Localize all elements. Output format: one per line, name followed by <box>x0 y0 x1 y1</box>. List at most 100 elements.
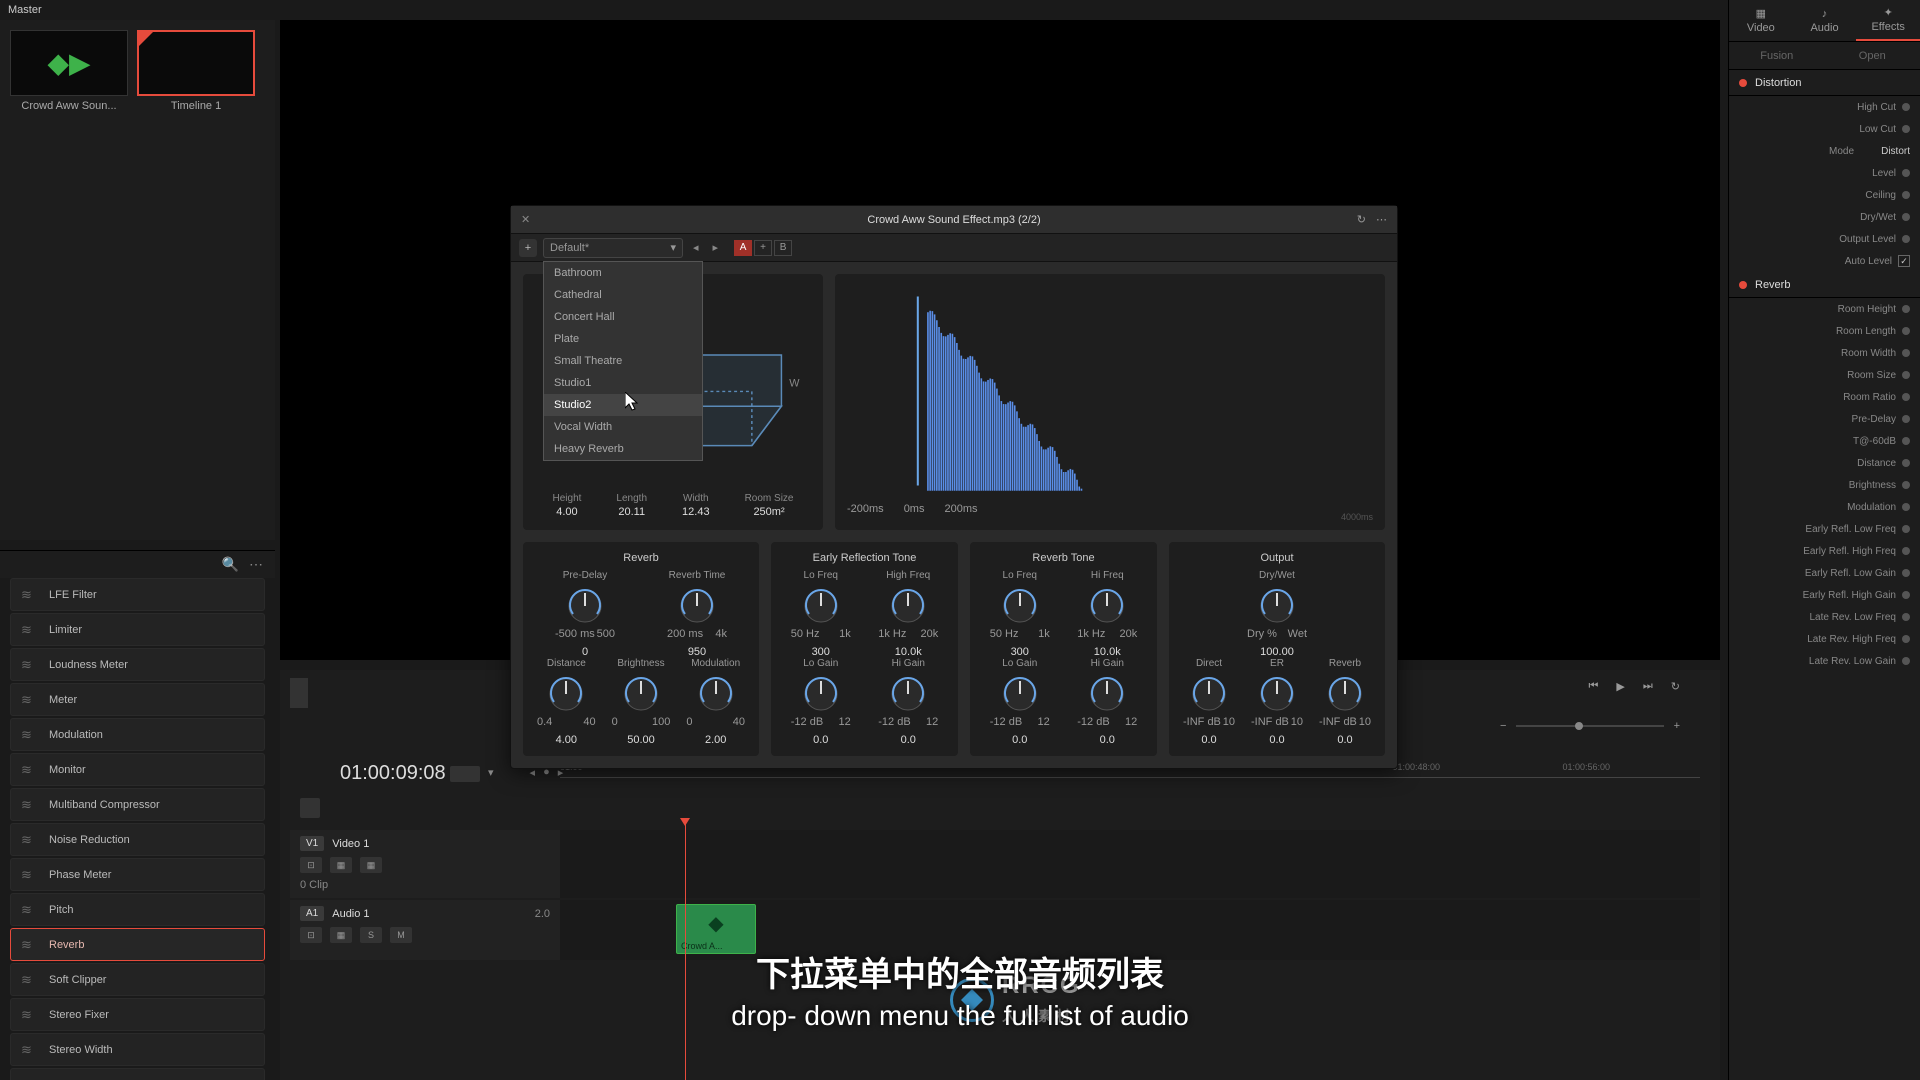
preset-option[interactable]: Cathedral <box>544 284 702 306</box>
preset-option[interactable]: Heavy Reverb <box>544 438 702 460</box>
knob-er[interactable]: ER-INF dB100.0 <box>1243 658 1311 746</box>
next-button[interactable]: ⏭ <box>1643 680 1653 693</box>
tl-view-icon[interactable] <box>450 766 480 782</box>
knob-reverb[interactable]: Reverb-INF dB100.0 <box>1311 658 1379 746</box>
knob-reverb-time[interactable]: Reverb Time200 ms4k950 <box>659 570 735 658</box>
inspector-row[interactable]: Dry/Wet <box>1729 206 1920 228</box>
menu-icon[interactable]: ⋯ <box>1376 213 1387 226</box>
playhead[interactable] <box>685 824 686 1080</box>
fx-search-bar: 🔍 ⋯ <box>0 550 275 578</box>
media-thumb-timeline[interactable]: Timeline 1 <box>137 30 255 112</box>
fx-item-surround-analyzer[interactable]: ≋Surround Analyzer <box>10 1068 265 1080</box>
preset-option[interactable]: Small Theatre <box>544 350 702 372</box>
knob-pre-delay[interactable]: Pre-Delay-500 ms5000 <box>547 570 623 658</box>
fx-item-pitch[interactable]: ≋Pitch <box>10 893 265 926</box>
options-icon[interactable]: ⋯ <box>249 556 263 573</box>
inspector-row[interactable]: Level <box>1729 162 1920 184</box>
fx-item-noise-reduction[interactable]: ≋Noise Reduction <box>10 823 265 856</box>
inspector-row[interactable]: Early Refl. Low Gain <box>1729 562 1920 584</box>
knob-direct[interactable]: Direct-INF dB100.0 <box>1175 658 1243 746</box>
knob-hi-gain[interactable]: Hi Gain-12 dB120.0 <box>1069 658 1145 746</box>
subtab-fusion[interactable]: Fusion <box>1729 42 1825 69</box>
preset-next[interactable]: ▸ <box>709 241 723 254</box>
fx-item-reverb[interactable]: ≋Reverb <box>10 928 265 961</box>
knob-modulation[interactable]: Modulation0402.00 <box>678 658 753 746</box>
prev-button[interactable]: ⏮ <box>1589 680 1599 693</box>
inspector-row[interactable]: High Cut <box>1729 96 1920 118</box>
knob-lo-gain[interactable]: Lo Gain-12 dB120.0 <box>783 658 859 746</box>
inspector-row[interactable]: Early Refl. High Gain <box>1729 584 1920 606</box>
add-preset-button[interactable]: + <box>519 239 537 257</box>
fx-item-multiband-compressor[interactable]: ≋Multiband Compressor <box>10 788 265 821</box>
inspector-row[interactable]: Room Height <box>1729 298 1920 320</box>
preset-option[interactable]: Concert Hall <box>544 306 702 328</box>
zoom-in-icon[interactable]: + <box>1674 720 1680 732</box>
inspector-group-distortion[interactable]: Distortion <box>1729 70 1920 96</box>
fx-item-meter[interactable]: ≋Meter <box>10 683 265 716</box>
chevron-down-icon[interactable]: ▾ <box>488 766 494 782</box>
loop-button[interactable]: ↻ <box>1671 680 1680 693</box>
inspector-row[interactable]: T@-60dB <box>1729 430 1920 452</box>
zoom-out-icon[interactable]: − <box>1500 720 1506 732</box>
preset-option[interactable]: Bathroom <box>544 262 702 284</box>
fx-item-soft-clipper[interactable]: ≋Soft Clipper <box>10 963 265 996</box>
knob-hi-gain[interactable]: Hi Gain-12 dB120.0 <box>870 658 946 746</box>
window-title: Crowd Aww Sound Effect.mp3 (2/2) <box>867 214 1040 226</box>
knob-high-freq[interactable]: High Freq1k Hz20k10.0k <box>870 570 946 658</box>
fx-item-stereo-width[interactable]: ≋Stereo Width <box>10 1033 265 1066</box>
inspector-row[interactable]: ModeDistort <box>1729 140 1920 162</box>
inspector-row[interactable]: Output Level <box>1729 228 1920 250</box>
search-icon[interactable]: 🔍 <box>222 556 239 573</box>
tab-effects[interactable]: ✦Effects <box>1856 0 1920 41</box>
fx-item-monitor[interactable]: ≋Monitor <box>10 753 265 786</box>
inspector-row[interactable]: Room Length <box>1729 320 1920 342</box>
inspector-row[interactable]: Auto Level✓ <box>1729 250 1920 272</box>
inspector-row[interactable]: Late Rev. Low Freq <box>1729 606 1920 628</box>
knob-lo-freq[interactable]: Lo Freq50 Hz1k300 <box>982 570 1058 658</box>
inspector-row[interactable]: Low Cut <box>1729 118 1920 140</box>
inspector-row[interactable]: Distance <box>1729 452 1920 474</box>
preset-dropdown[interactable]: Default*▾ BathroomCathedralConcert HallP… <box>543 238 683 258</box>
inspector-row[interactable]: Room Ratio <box>1729 386 1920 408</box>
inspector-row[interactable]: Pre-Delay <box>1729 408 1920 430</box>
knob-lo-freq[interactable]: Lo Freq50 Hz1k300 <box>783 570 859 658</box>
marker-in[interactable] <box>290 678 308 708</box>
inspector-row[interactable]: Brightness <box>1729 474 1920 496</box>
subtab-open[interactable]: Open <box>1825 42 1920 69</box>
knob-lo-gain[interactable]: Lo Gain-12 dB120.0 <box>982 658 1058 746</box>
inspector-row[interactable]: Late Rev. High Freq <box>1729 628 1920 650</box>
track-v1[interactable]: V1Video 1⊡▦▦0 Clip <box>290 830 1700 898</box>
play-button[interactable]: ▶ <box>1616 680 1624 693</box>
media-thumb-audio[interactable]: ◆▶ Crowd Aww Soun... <box>10 30 128 112</box>
fx-item-loudness-meter[interactable]: ≋Loudness Meter <box>10 648 265 681</box>
inspector-row[interactable]: Ceiling <box>1729 184 1920 206</box>
preset-option[interactable]: Plate <box>544 328 702 350</box>
fx-item-modulation[interactable]: ≋Modulation <box>10 718 265 751</box>
ab-compare[interactable]: A + B <box>734 240 792 256</box>
inspector-row[interactable]: Early Refl. High Freq <box>1729 540 1920 562</box>
tl-tool-icon[interactable] <box>300 798 320 818</box>
reset-icon[interactable]: ↻ <box>1357 213 1366 226</box>
inspector-row[interactable]: Early Refl. Low Freq <box>1729 518 1920 540</box>
tab-audio[interactable]: ♪Audio <box>1793 0 1857 41</box>
fx-item-lfe-filter[interactable]: ≋LFE Filter <box>10 578 265 611</box>
close-icon[interactable]: ✕ <box>521 213 530 226</box>
fx-item-limiter[interactable]: ≋Limiter <box>10 613 265 646</box>
knob-hi-freq[interactable]: Hi Freq1k Hz20k10.0k <box>1069 570 1145 658</box>
preset-option[interactable]: Vocal Width <box>544 416 702 438</box>
zoom-slider[interactable]: − + <box>1500 720 1680 732</box>
inspector-row[interactable]: Room Size <box>1729 364 1920 386</box>
knob-distance[interactable]: Distance0.4404.00 <box>529 658 604 746</box>
inspector-row[interactable]: Late Rev. Low Gain <box>1729 650 1920 672</box>
preset-option[interactable]: Studio1 <box>544 372 702 394</box>
fx-item-stereo-fixer[interactable]: ≋Stereo Fixer <box>10 998 265 1031</box>
preset-prev[interactable]: ◂ <box>689 241 703 254</box>
preset-option[interactable]: Studio2 <box>544 394 702 416</box>
inspector-group-reverb[interactable]: Reverb <box>1729 272 1920 298</box>
tab-video[interactable]: ▦Video <box>1729 0 1793 41</box>
fx-item-phase-meter[interactable]: ≋Phase Meter <box>10 858 265 891</box>
knob-dry-wet[interactable]: Dry/WetDry %Wet100.00 <box>1239 570 1315 658</box>
knob-brightness[interactable]: Brightness010050.00 <box>604 658 679 746</box>
inspector-row[interactable]: Modulation <box>1729 496 1920 518</box>
inspector-row[interactable]: Room Width <box>1729 342 1920 364</box>
